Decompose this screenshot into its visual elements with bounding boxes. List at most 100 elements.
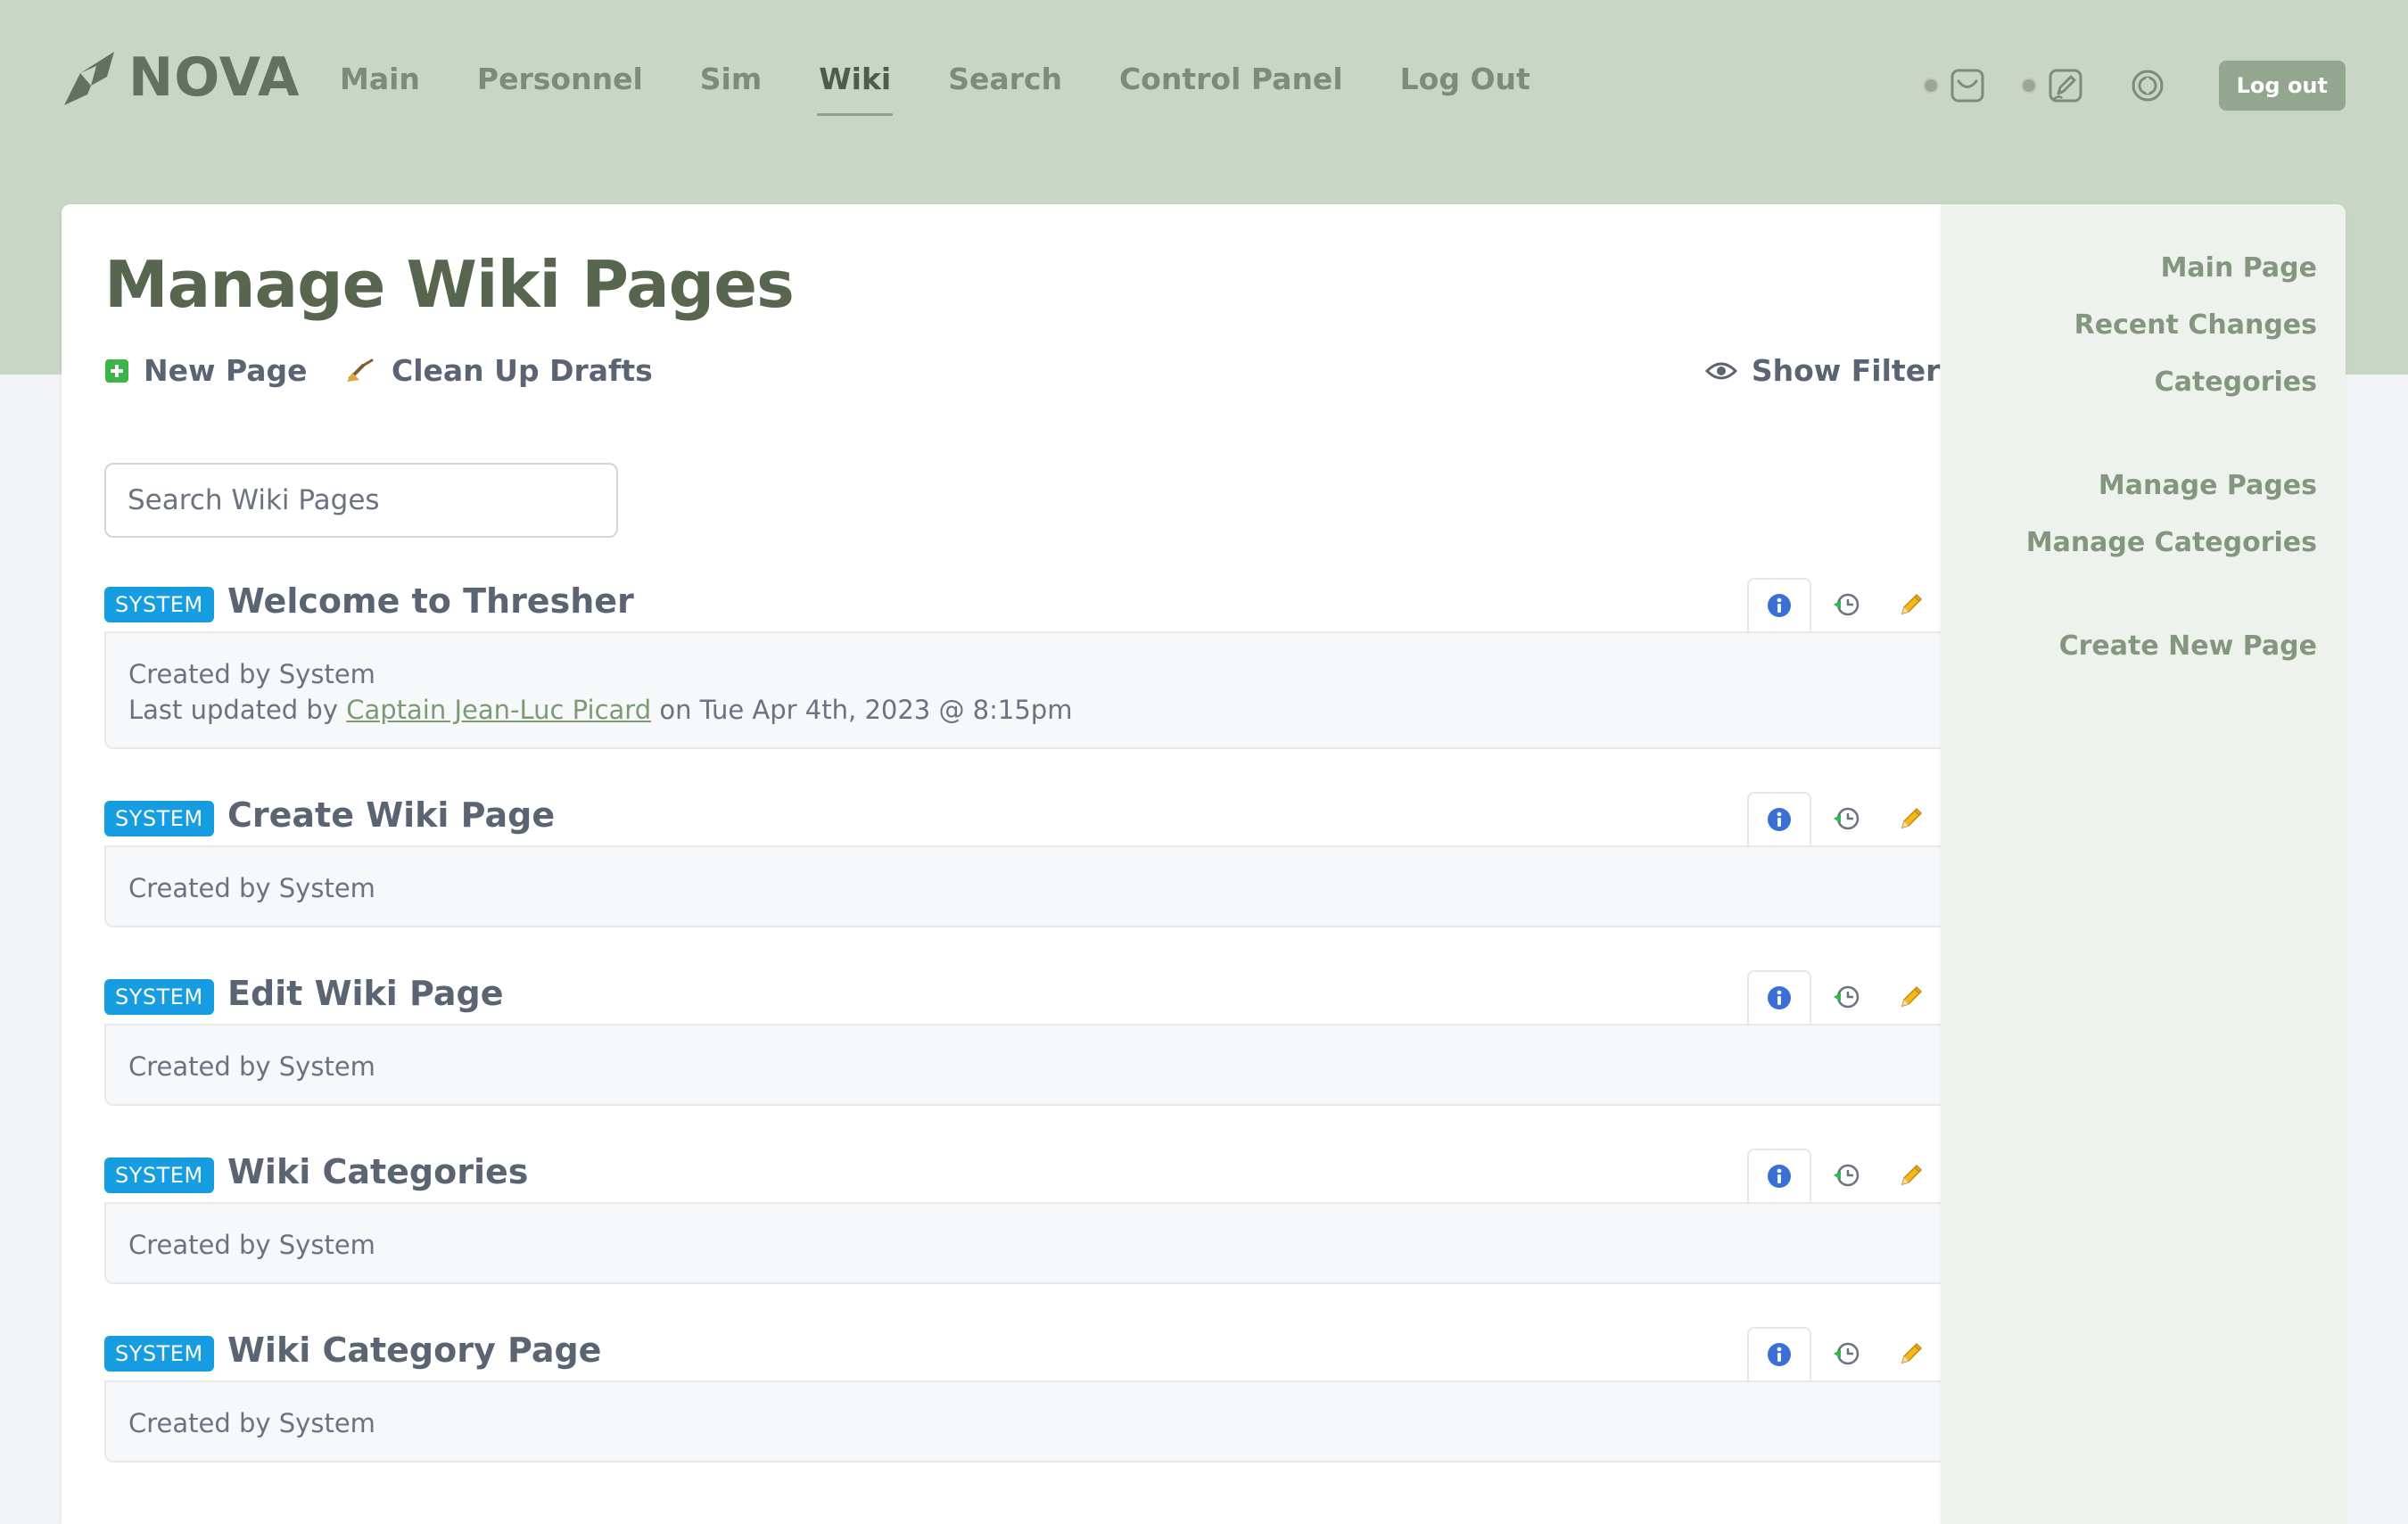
wiki-page-header: SYSTEM Edit Wiki Page bbox=[104, 970, 1958, 1024]
page-actions: New Page Clean Up Drafts Show Filters bbox=[104, 353, 1958, 398]
history-icon bbox=[1834, 593, 1860, 616]
pencil-icon bbox=[1901, 1342, 1923, 1364]
wiki-page-details: Created by System bbox=[104, 1202, 1958, 1284]
logout-button[interactable]: Log out bbox=[2218, 61, 2346, 111]
system-badge: SYSTEM bbox=[104, 1336, 214, 1372]
wiki-page-header: SYSTEM Create Wiki Page bbox=[104, 792, 1958, 845]
search-input[interactable] bbox=[104, 463, 618, 538]
wiki-page-title[interactable]: Wiki Category Page bbox=[227, 1330, 601, 1370]
plus-icon bbox=[105, 358, 128, 383]
info-icon bbox=[1768, 1165, 1791, 1188]
pencil-icon bbox=[1901, 807, 1923, 829]
edit-button[interactable] bbox=[1879, 1149, 1943, 1202]
last-updated-text: Last updated by Captain Jean-Luc Picard … bbox=[128, 692, 1934, 728]
info-icon bbox=[1768, 808, 1791, 831]
wiki-page-actions bbox=[1747, 578, 1958, 631]
last-updated-suffix: on Tue Apr 4th, 2023 @ 8:15pm bbox=[659, 695, 1073, 725]
wiki-page-actions bbox=[1747, 792, 1958, 845]
info-icon bbox=[1768, 594, 1791, 617]
nav-item-log-out[interactable]: Log Out bbox=[1400, 0, 1530, 96]
sidebar-link-manage-pages[interactable]: Manage Pages bbox=[2026, 457, 2317, 515]
history-button[interactable] bbox=[1815, 970, 1879, 1024]
header-tools: Log out bbox=[1922, 61, 2346, 111]
info-icon bbox=[1768, 1343, 1791, 1366]
created-by-text: Created by System bbox=[128, 659, 375, 689]
eye-icon bbox=[1704, 362, 1737, 379]
nav-item-search[interactable]: Search bbox=[948, 0, 1062, 96]
wiki-page-title[interactable]: Wiki Categories bbox=[227, 1152, 528, 1191]
nova-logo-icon bbox=[64, 52, 114, 105]
wiki-page-header: SYSTEM Wiki Categories bbox=[104, 1149, 1958, 1202]
broom-icon bbox=[347, 358, 374, 382]
edit-button[interactable] bbox=[1879, 792, 1943, 845]
sidebar-link-recent-changes[interactable]: Recent Changes bbox=[2026, 297, 2317, 354]
nav-item-wiki[interactable]: Wiki bbox=[817, 0, 894, 116]
system-badge: SYSTEM bbox=[104, 979, 214, 1015]
info-button[interactable] bbox=[1747, 1149, 1811, 1202]
info-button[interactable] bbox=[1747, 578, 1811, 631]
help-icon[interactable] bbox=[2130, 68, 2165, 103]
wiki-page-item: SYSTEM Create Wiki Page Created by Syste… bbox=[104, 792, 1958, 927]
history-button[interactable] bbox=[1815, 578, 1879, 631]
history-button[interactable] bbox=[1815, 1327, 1879, 1380]
edit-button[interactable] bbox=[1879, 970, 1943, 1024]
history-icon bbox=[1834, 1342, 1860, 1365]
info-icon bbox=[1768, 986, 1791, 1009]
updated-by-link[interactable]: Captain Jean-Luc Picard bbox=[346, 695, 651, 725]
wiki-page-title[interactable]: Edit Wiki Page bbox=[227, 974, 504, 1013]
pencil-icon bbox=[1901, 1164, 1923, 1186]
main-nav: Main Personnel Sim Wiki Search Control P… bbox=[340, 0, 1587, 161]
writing-status-dot bbox=[2020, 78, 2037, 94]
created-by-text: Created by System bbox=[128, 1051, 375, 1082]
info-button[interactable] bbox=[1747, 792, 1811, 845]
info-button[interactable] bbox=[1747, 1327, 1811, 1380]
history-icon bbox=[1834, 1164, 1860, 1187]
system-badge: SYSTEM bbox=[104, 1157, 214, 1193]
wiki-page-header: SYSTEM Wiki Category Page bbox=[104, 1327, 1958, 1380]
pencil-icon bbox=[1901, 985, 1923, 1008]
edit-button[interactable] bbox=[1879, 578, 1943, 631]
new-page-button[interactable]: New Page bbox=[104, 353, 308, 388]
clean-up-drafts-button[interactable]: Clean Up Drafts bbox=[345, 353, 653, 388]
wiki-page-details: Created by System bbox=[104, 1024, 1958, 1106]
sidebar-link-main-page[interactable]: Main Page bbox=[2026, 240, 2317, 297]
system-badge: SYSTEM bbox=[104, 587, 214, 622]
created-by-text: Created by System bbox=[128, 873, 375, 903]
nav-item-sim[interactable]: Sim bbox=[700, 0, 762, 96]
messages-icon[interactable] bbox=[1950, 68, 1985, 103]
app-logo[interactable]: NOVA bbox=[61, 46, 300, 109]
wiki-page-details: Created by System bbox=[104, 1380, 1958, 1462]
wiki-page-actions bbox=[1747, 970, 1958, 1024]
edit-button[interactable] bbox=[1879, 1327, 1943, 1380]
sidebar-link-manage-categories[interactable]: Manage Categories bbox=[2026, 515, 2317, 572]
wiki-page-item: SYSTEM Edit Wiki Page Created by System bbox=[104, 970, 1958, 1106]
sidebar-link-categories[interactable]: Categories bbox=[2026, 354, 2317, 411]
wiki-page-header: SYSTEM Welcome to Thresher bbox=[104, 578, 1958, 631]
system-badge: SYSTEM bbox=[104, 801, 214, 836]
show-filters-button[interactable]: Show Filters bbox=[1704, 353, 1958, 388]
page-title: Manage Wiki Pages bbox=[104, 247, 795, 322]
wiki-page-actions bbox=[1747, 1327, 1958, 1380]
wiki-page-details: Created by System bbox=[104, 845, 1958, 927]
nav-item-control-panel[interactable]: Control Panel bbox=[1119, 0, 1343, 96]
wiki-page-item: SYSTEM Wiki Categories Created by System bbox=[104, 1149, 1958, 1284]
sidebar-link-create-new-page[interactable]: Create New Page bbox=[2026, 618, 2317, 675]
info-button[interactable] bbox=[1747, 970, 1811, 1024]
history-button[interactable] bbox=[1815, 792, 1879, 845]
main-card: Manage Wiki Pages New Page Clean Up Draf… bbox=[62, 204, 2001, 1524]
history-button[interactable] bbox=[1815, 1149, 1879, 1202]
history-icon bbox=[1834, 807, 1860, 830]
writing-icon[interactable] bbox=[2048, 68, 2083, 103]
created-by-text: Created by System bbox=[128, 1230, 375, 1260]
sidebar-nav: Main Page Recent Changes Categories Mana… bbox=[2026, 240, 2317, 675]
show-filters-label: Show Filters bbox=[1751, 353, 1958, 388]
new-page-label: New Page bbox=[144, 353, 308, 388]
history-icon bbox=[1834, 985, 1860, 1009]
wiki-page-actions bbox=[1747, 1149, 1958, 1202]
nav-item-personnel[interactable]: Personnel bbox=[477, 0, 643, 96]
nav-item-main[interactable]: Main bbox=[340, 0, 420, 96]
wiki-page-title[interactable]: Create Wiki Page bbox=[227, 795, 555, 835]
wiki-page-title[interactable]: Welcome to Thresher bbox=[227, 581, 634, 621]
messages-status-dot bbox=[1922, 78, 1939, 94]
